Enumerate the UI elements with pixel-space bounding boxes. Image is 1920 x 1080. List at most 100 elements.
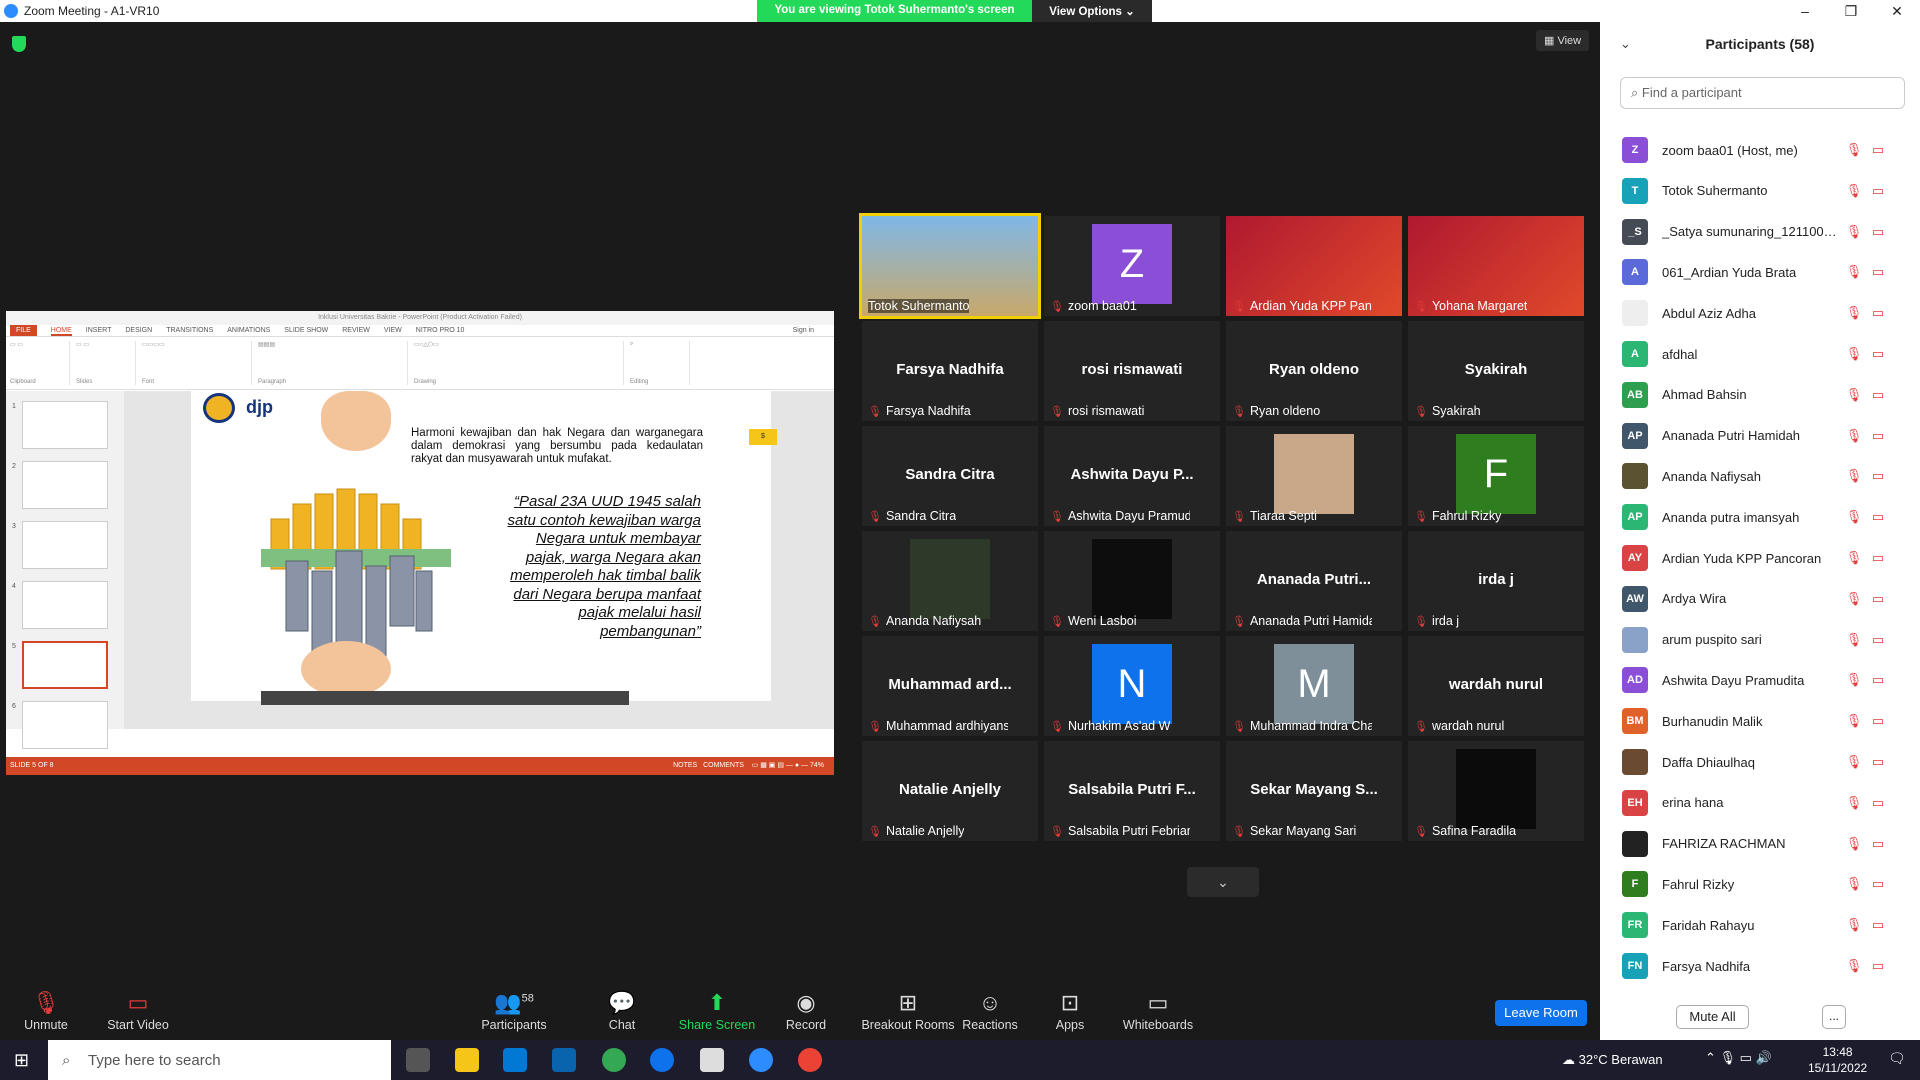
video-tile[interactable]: 🎙 Weni Lasboi (1044, 531, 1220, 631)
video-tile[interactable]: 🎙 Tiaraa Septi (1226, 426, 1402, 526)
slide-canvas[interactable]: djp Harmoni kewajiban dan hak Negara dan… (191, 391, 777, 705)
apps-button[interactable]: ⊡ Apps (1030, 990, 1110, 1032)
participant-row[interactable]: FAHRIZA RACHMAN 🎙 ▭ (1622, 824, 1912, 864)
video-tile[interactable]: Ananada Putri... 🎙 Ananada Putri Hamidah (1226, 531, 1402, 631)
mute-all-button[interactable]: Mute All (1676, 1005, 1749, 1029)
participant-row[interactable]: Aafdhal 🎙 ▭ (1622, 334, 1912, 374)
ppt-tab-home[interactable]: HOME (50, 325, 72, 336)
start-video-button[interactable]: ▭ Start Video (98, 990, 178, 1032)
participant-row[interactable]: AP Ananda putra imansyah 🎙 ▭ (1622, 497, 1912, 537)
video-tile[interactable]: Natalie Anjelly 🎙 Natalie Anjelly (862, 741, 1038, 841)
slide-thumb[interactable] (22, 581, 108, 629)
participant-row[interactable]: AD Ashwita Dayu Pramudita 🎙 ▭ (1622, 660, 1912, 700)
participant-row[interactable]: AW Ardya Wira 🎙 ▭ (1622, 579, 1912, 619)
video-tile[interactable]: Farsya Nadhifa 🎙 Farsya Nadhifa (862, 321, 1038, 421)
video-tile[interactable]: N 🎙 Nurhakim As'ad W (1044, 636, 1220, 736)
document-app-icon[interactable] (700, 1048, 724, 1072)
slide-thumb[interactable] (22, 521, 108, 569)
ppt-tab-review[interactable]: REVIEW (342, 325, 370, 336)
participant-row[interactable]: A 061_Ardian Yuda Brata 🎙 ▭ (1622, 252, 1912, 292)
chrome-profile-icon[interactable] (798, 1048, 822, 1072)
notifications-icon[interactable]: 🗨 (1888, 1050, 1906, 1067)
file-explorer-icon[interactable] (455, 1048, 479, 1072)
ppt-tab-view[interactable]: VIEW (384, 325, 402, 336)
participant-row[interactable]: Abdul Aziz Adha 🎙 ▭ (1622, 293, 1912, 333)
ppt-tab-nitro[interactable]: NITRO PRO 10 (416, 325, 465, 336)
minimize-icon[interactable]: – (1782, 3, 1828, 19)
ppt-tab-transitions[interactable]: TRANSITIONS (166, 325, 213, 336)
ppt-sign-in[interactable]: Sign in (793, 325, 814, 336)
video-tile[interactable]: 🎙 Ananda Nafiysah (862, 531, 1038, 631)
store-icon[interactable] (503, 1048, 527, 1072)
slide-thumb[interactable] (22, 461, 108, 509)
maximize-icon[interactable]: ❐ (1828, 3, 1874, 20)
reactions-button[interactable]: ☺ Reactions (950, 990, 1030, 1032)
chrome-icon[interactable] (602, 1048, 626, 1072)
participant-row[interactable]: arum puspito sari 🎙 ▭ (1622, 620, 1912, 660)
slide-thumb[interactable] (22, 401, 108, 449)
video-tile[interactable]: rosi rismawati 🎙 rosi rismawati (1044, 321, 1220, 421)
participant-row[interactable]: T Totok Suhermanto 🎙 ▭ (1622, 171, 1912, 211)
notes-button[interactable]: NOTES (673, 762, 697, 769)
video-tile[interactable]: F 🎙 Fahrul Rizky (1408, 426, 1584, 526)
share-screen-button[interactable]: ⬆ Share Screen (677, 990, 757, 1032)
teamviewer-icon[interactable] (650, 1048, 674, 1072)
participant-row[interactable]: BM Burhanudin Malik 🎙 ▭ (1622, 701, 1912, 741)
view-button[interactable]: ▦ View (1536, 30, 1590, 51)
ppt-tab-file[interactable]: FILE (10, 325, 37, 336)
record-button[interactable]: ◉ Record (766, 990, 846, 1032)
more-options-button[interactable]: ... (1822, 1005, 1846, 1029)
ppt-tab-slideshow[interactable]: SLIDE SHOW (284, 325, 328, 336)
video-tile[interactable]: Ryan oldeno 🎙 Ryan oldeno (1226, 321, 1402, 421)
gallery-next-page-button[interactable]: ⌄ (1187, 867, 1259, 897)
participant-row[interactable]: Daffa Dhiaulhaq 🎙 ▭ (1622, 742, 1912, 782)
participant-row[interactable]: AY Ardian Yuda KPP Pancoran 🎙 ▭ (1622, 538, 1912, 578)
video-tile[interactable]: Z 🎙 zoom baa01 (1044, 216, 1220, 316)
participant-row[interactable]: AP Ananada Putri Hamidah 🎙 ▭ (1622, 416, 1912, 456)
video-tile[interactable]: Sekar Mayang S... 🎙 Sekar Mayang Sari (1226, 741, 1402, 841)
video-tile[interactable]: 🎙 Safina Faradila (1408, 741, 1584, 841)
view-options-button[interactable]: View Options ⌄ (1032, 0, 1152, 22)
system-tray-icons[interactable]: ⌃ 🎙 ▭ 🔊 (1705, 1050, 1772, 1066)
close-icon[interactable]: ✕ (1874, 3, 1920, 20)
chat-button[interactable]: 💬 Chat (582, 990, 662, 1032)
breakout-rooms-button[interactable]: ⊞ Breakout Rooms (858, 990, 958, 1032)
participant-row[interactable]: FN Farsya Nadhifa 🎙 ▭ (1622, 946, 1912, 986)
participants-button[interactable]: 👥58 Participants (474, 990, 554, 1032)
video-tile[interactable]: wardah nurul 🎙 wardah nurul (1408, 636, 1584, 736)
participant-row[interactable]: F Fahrul Rizky 🎙 ▭ (1622, 864, 1912, 904)
participant-row[interactable]: Ananda Nafiysah 🎙 ▭ (1622, 456, 1912, 496)
ppt-tab-design[interactable]: DESIGN (125, 325, 152, 336)
participant-search-input[interactable]: ⌕ Find a participant (1620, 77, 1905, 109)
ppt-tab-animations[interactable]: ANIMATIONS (227, 325, 270, 336)
participant-row[interactable]: FR Faridah Rahayu 🎙 ▭ (1622, 905, 1912, 945)
video-tile[interactable]: Muhammad ard... 🎙Muhammad ardhiyansy... (862, 636, 1038, 736)
slide-thumb-selected[interactable] (22, 641, 108, 689)
video-tile[interactable]: Totok Suhermanto (859, 213, 1041, 319)
windows-start-icon[interactable]: ⊞ (14, 1050, 29, 1071)
taskbar-clock[interactable]: 13:48 15/11/2022 (1808, 1044, 1867, 1076)
video-tile[interactable]: 🎙 Yohana Margaret (1408, 216, 1584, 316)
task-view-icon[interactable] (406, 1048, 430, 1072)
video-tile[interactable]: M🎙Muhammad Indra Chaidir (1226, 636, 1402, 736)
whiteboards-button[interactable]: ▭ Whiteboards (1118, 990, 1198, 1032)
zoom-taskbar-icon[interactable] (749, 1048, 773, 1072)
participant-row[interactable]: _S _Satya sumunaring_121100104... 🎙 ▭ (1622, 212, 1912, 252)
participant-row[interactable]: Zzoom baa01 (Host, me) 🎙 ▭ (1622, 130, 1912, 170)
participant-row[interactable]: AB Ahmad Bahsin 🎙 ▭ (1622, 375, 1912, 415)
video-tile[interactable]: Ashwita Dayu P... 🎙Ashwita Dayu Pramudita (1044, 426, 1220, 526)
video-tile[interactable]: Sandra Citra 🎙 Sandra Citra (862, 426, 1038, 526)
security-shield-icon[interactable] (12, 36, 26, 52)
video-tile[interactable]: Salsabila Putri F... 🎙 Salsabila Putri Feb… (1044, 741, 1220, 841)
unmute-button[interactable]: 🎙 Unmute (6, 990, 86, 1032)
participant-row[interactable]: EH erina hana 🎙 ▭ (1622, 783, 1912, 823)
leave-room-button[interactable]: Leave Room (1495, 1000, 1587, 1026)
video-tile[interactable]: 🎙Ardian Yuda KPP Pancor... (1226, 216, 1402, 316)
taskbar-search-input[interactable]: ⌕ Type here to search (48, 1040, 391, 1080)
ppt-tab-insert[interactable]: INSERT (86, 325, 112, 336)
comments-button[interactable]: COMMENTS (703, 762, 744, 769)
slide-thumb[interactable] (22, 701, 108, 749)
zoom-level[interactable]: 74% (810, 762, 824, 769)
weather-widget[interactable]: ☁ 32°C Berawan (1562, 1052, 1663, 1068)
mail-icon[interactable] (552, 1048, 576, 1072)
